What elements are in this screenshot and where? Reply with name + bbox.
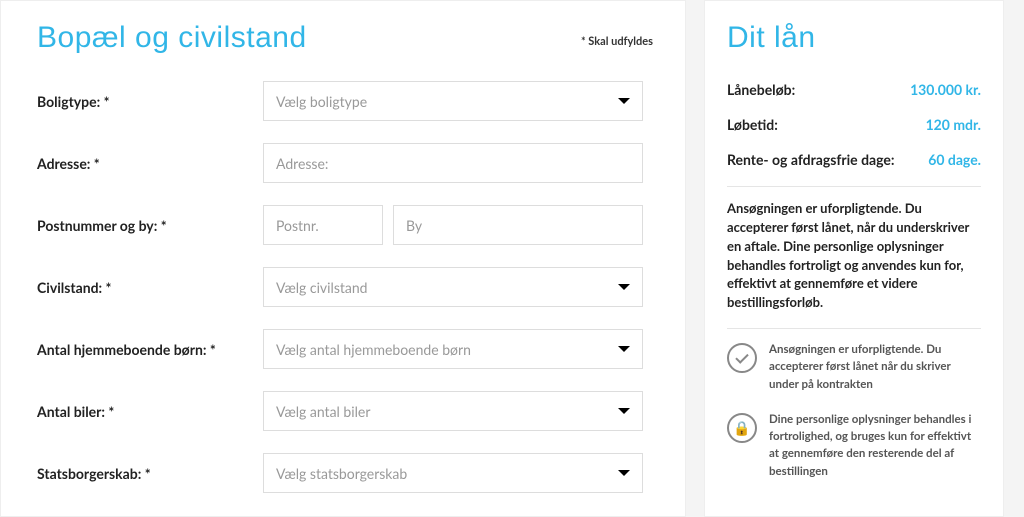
required-note: * Skal udfyldes xyxy=(581,35,653,48)
cars-select-value: Vælg antal biler xyxy=(276,403,370,420)
loan-amount-value: 130.000 kr. xyxy=(910,81,981,98)
loan-summary-panel: Dit lån Lånebeløb: 130.000 kr. Løbetid: … xyxy=(704,0,1004,517)
city-input[interactable]: By xyxy=(393,205,643,245)
children-select[interactable]: Vælg antal hjemmeboende børn xyxy=(263,329,643,369)
loan-gracedays-label: Rente- og afdragsfrie dage: xyxy=(727,151,894,168)
summary-title: Dit lån xyxy=(727,21,981,55)
info-text-a: Ansøgningen er uforpligtende. Du accepte… xyxy=(769,341,981,393)
loan-duration-label: Løbetid: xyxy=(727,116,778,133)
check-icon xyxy=(727,343,757,373)
chevron-down-icon xyxy=(618,346,630,352)
citizen-select[interactable]: Vælg statsborgerskab xyxy=(263,453,643,493)
divider xyxy=(727,186,981,187)
children-label: Antal hjemmeboende børn: * xyxy=(37,341,263,358)
citizen-label: Statsborgerskab: * xyxy=(37,465,263,482)
address-label: Adresse: * xyxy=(37,155,263,172)
housing-select[interactable]: Vælg boligtype xyxy=(263,81,643,121)
city-placeholder: By xyxy=(406,217,422,234)
disclaimer-text: Ansøgningen er uforpligtende. Du accepte… xyxy=(727,199,981,312)
chevron-down-icon xyxy=(618,284,630,290)
marital-select-value: Vælg civilstand xyxy=(276,279,368,296)
info-text-b: Dine personlige oplysninger behandles i … xyxy=(769,411,981,480)
postal-label: Postnummer og by: * xyxy=(37,217,263,234)
loan-duration-row: Løbetid: 120 mdr. xyxy=(727,116,981,133)
loan-duration-value: 120 mdr. xyxy=(926,116,981,133)
address-input[interactable]: Adresse: xyxy=(263,143,643,183)
loan-amount-row: Lånebeløb: 130.000 kr. xyxy=(727,81,981,98)
divider xyxy=(727,328,981,329)
cars-select[interactable]: Vælg antal biler xyxy=(263,391,643,431)
housing-label: Boligtype: * xyxy=(37,93,263,110)
info-item-nonbinding: Ansøgningen er uforpligtende. Du accepte… xyxy=(727,341,981,393)
lock-icon: 🔒 xyxy=(727,413,757,443)
marital-select[interactable]: Vælg civilstand xyxy=(263,267,643,307)
info-item-privacy: 🔒 Dine personlige oplysninger behandles … xyxy=(727,411,981,480)
chevron-down-icon xyxy=(618,408,630,414)
citizen-select-value: Vælg statsborgerskab xyxy=(276,465,407,482)
form-panel: Bopæl og civilstand * Skal udfyldes Boli… xyxy=(0,0,686,517)
chevron-down-icon xyxy=(618,98,630,104)
postal-placeholder: Postnr. xyxy=(276,217,319,234)
marital-label: Civilstand: * xyxy=(37,279,263,296)
housing-select-value: Vælg boligtype xyxy=(276,93,367,110)
loan-gracedays-row: Rente- og afdragsfrie dage: 60 dage. xyxy=(727,151,981,168)
page-title: Bopæl og civilstand xyxy=(37,21,307,55)
cars-label: Antal biler: * xyxy=(37,403,263,420)
loan-gracedays-value: 60 dage. xyxy=(928,151,981,168)
chevron-down-icon xyxy=(618,470,630,476)
loan-amount-label: Lånebeløb: xyxy=(727,81,795,98)
postal-input[interactable]: Postnr. xyxy=(263,205,383,245)
address-placeholder: Adresse: xyxy=(276,155,328,172)
children-select-value: Vælg antal hjemmeboende børn xyxy=(276,341,471,358)
